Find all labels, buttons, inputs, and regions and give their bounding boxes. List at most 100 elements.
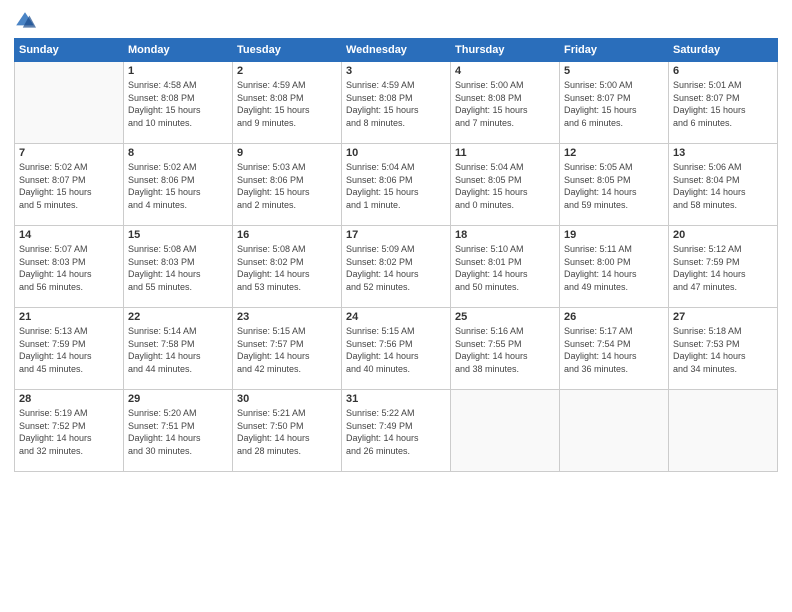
day-info: Sunrise: 5:10 AM Sunset: 8:01 PM Dayligh… [455, 243, 555, 293]
main-container: SundayMondayTuesdayWednesdayThursdayFrid… [0, 0, 792, 482]
day-info: Sunrise: 4:59 AM Sunset: 8:08 PM Dayligh… [237, 79, 337, 129]
day-number: 6 [673, 65, 773, 77]
calendar-cell: 6 Sunrise: 5:01 AM Sunset: 8:07 PM Daylig… [669, 62, 778, 144]
logo-icon [14, 10, 36, 32]
day-info: Sunrise: 5:13 AM Sunset: 7:59 PM Dayligh… [19, 325, 119, 375]
day-header-monday: Monday [124, 39, 233, 62]
calendar-cell: 26 Sunrise: 5:17 AM Sunset: 7:54 PM Dayli… [560, 308, 669, 390]
day-number: 3 [346, 65, 446, 77]
day-number: 31 [346, 393, 446, 405]
day-number: 8 [128, 147, 228, 159]
calendar-cell [560, 390, 669, 472]
calendar-cell: 15 Sunrise: 5:08 AM Sunset: 8:03 PM Dayli… [124, 226, 233, 308]
day-number: 22 [128, 311, 228, 323]
calendar-cell: 21 Sunrise: 5:13 AM Sunset: 7:59 PM Dayli… [15, 308, 124, 390]
day-info: Sunrise: 5:06 AM Sunset: 8:04 PM Dayligh… [673, 161, 773, 211]
day-number: 12 [564, 147, 664, 159]
calendar-cell: 4 Sunrise: 5:00 AM Sunset: 8:08 PM Daylig… [451, 62, 560, 144]
day-info: Sunrise: 5:02 AM Sunset: 8:07 PM Dayligh… [19, 161, 119, 211]
day-number: 15 [128, 229, 228, 241]
day-info: Sunrise: 5:05 AM Sunset: 8:05 PM Dayligh… [564, 161, 664, 211]
day-number: 29 [128, 393, 228, 405]
day-info: Sunrise: 5:22 AM Sunset: 7:49 PM Dayligh… [346, 407, 446, 457]
day-number: 9 [237, 147, 337, 159]
day-number: 30 [237, 393, 337, 405]
day-number: 21 [19, 311, 119, 323]
day-header-thursday: Thursday [451, 39, 560, 62]
day-info: Sunrise: 5:03 AM Sunset: 8:06 PM Dayligh… [237, 161, 337, 211]
day-number: 5 [564, 65, 664, 77]
day-info: Sunrise: 5:16 AM Sunset: 7:55 PM Dayligh… [455, 325, 555, 375]
day-info: Sunrise: 5:02 AM Sunset: 8:06 PM Dayligh… [128, 161, 228, 211]
calendar-cell: 23 Sunrise: 5:15 AM Sunset: 7:57 PM Dayli… [233, 308, 342, 390]
day-header-saturday: Saturday [669, 39, 778, 62]
calendar-cell: 18Sunrise: 5:10 AM Sunset: 8:01 PM Dayli… [451, 226, 560, 308]
day-info: Sunrise: 5:07 AM Sunset: 8:03 PM Dayligh… [19, 243, 119, 293]
calendar-cell: 24Sunrise: 5:15 AM Sunset: 7:56 PM Dayli… [342, 308, 451, 390]
week-row-0: 1 Sunrise: 4:58 AM Sunset: 8:08 PM Daylig… [15, 62, 778, 144]
calendar-cell: 2 Sunrise: 4:59 AM Sunset: 8:08 PM Daylig… [233, 62, 342, 144]
day-info: Sunrise: 5:08 AM Sunset: 8:02 PM Dayligh… [237, 243, 337, 293]
calendar-cell: 19Sunrise: 5:11 AM Sunset: 8:00 PM Dayli… [560, 226, 669, 308]
week-row-2: 14 Sunrise: 5:07 AM Sunset: 8:03 PM Dayli… [15, 226, 778, 308]
day-number: 2 [237, 65, 337, 77]
day-number: 14 [19, 229, 119, 241]
day-info: Sunrise: 5:00 AM Sunset: 8:08 PM Dayligh… [455, 79, 555, 129]
day-number: 20 [673, 229, 773, 241]
calendar-cell: 29 Sunrise: 5:20 AM Sunset: 7:51 PM Dayli… [124, 390, 233, 472]
calendar-cell: 13 Sunrise: 5:06 AM Sunset: 8:04 PM Dayli… [669, 144, 778, 226]
day-number: 1 [128, 65, 228, 77]
calendar-cell: 16 Sunrise: 5:08 AM Sunset: 8:02 PM Dayli… [233, 226, 342, 308]
calendar-cell: 10 Sunrise: 5:04 AM Sunset: 8:06 PM Dayli… [342, 144, 451, 226]
calendar-cell: 3Sunrise: 4:59 AM Sunset: 8:08 PM Daylig… [342, 62, 451, 144]
day-info: Sunrise: 5:04 AM Sunset: 8:06 PM Dayligh… [346, 161, 446, 211]
day-number: 28 [19, 393, 119, 405]
week-row-4: 28 Sunrise: 5:19 AM Sunset: 7:52 PM Dayli… [15, 390, 778, 472]
day-info: Sunrise: 5:14 AM Sunset: 7:58 PM Dayligh… [128, 325, 228, 375]
day-info: Sunrise: 5:01 AM Sunset: 8:07 PM Dayligh… [673, 79, 773, 129]
day-number: 16 [237, 229, 337, 241]
calendar-cell: 25 Sunrise: 5:16 AM Sunset: 7:55 PM Dayli… [451, 308, 560, 390]
day-header-friday: Friday [560, 39, 669, 62]
day-info: Sunrise: 5:08 AM Sunset: 8:03 PM Dayligh… [128, 243, 228, 293]
header [14, 10, 778, 32]
day-header-wednesday: Wednesday [342, 39, 451, 62]
day-number: 26 [564, 311, 664, 323]
calendar-cell: 5 Sunrise: 5:00 AM Sunset: 8:07 PM Daylig… [560, 62, 669, 144]
day-number: 23 [237, 311, 337, 323]
day-info: Sunrise: 5:19 AM Sunset: 7:52 PM Dayligh… [19, 407, 119, 457]
header-row: SundayMondayTuesdayWednesdayThursdayFrid… [15, 39, 778, 62]
day-info: Sunrise: 4:58 AM Sunset: 8:08 PM Dayligh… [128, 79, 228, 129]
day-number: 27 [673, 311, 773, 323]
day-info: Sunrise: 5:17 AM Sunset: 7:54 PM Dayligh… [564, 325, 664, 375]
calendar-cell: 1 Sunrise: 4:58 AM Sunset: 8:08 PM Daylig… [124, 62, 233, 144]
day-number: 10 [346, 147, 446, 159]
calendar-cell [15, 62, 124, 144]
day-info: Sunrise: 5:09 AM Sunset: 8:02 PM Dayligh… [346, 243, 446, 293]
day-header-sunday: Sunday [15, 39, 124, 62]
calendar-cell: 27 Sunrise: 5:18 AM Sunset: 7:53 PM Dayli… [669, 308, 778, 390]
week-row-3: 21 Sunrise: 5:13 AM Sunset: 7:59 PM Dayli… [15, 308, 778, 390]
day-info: Sunrise: 5:15 AM Sunset: 7:57 PM Dayligh… [237, 325, 337, 375]
day-number: 25 [455, 311, 555, 323]
calendar-cell [451, 390, 560, 472]
day-info: Sunrise: 5:00 AM Sunset: 8:07 PM Dayligh… [564, 79, 664, 129]
calendar-cell: 30 Sunrise: 5:21 AM Sunset: 7:50 PM Dayli… [233, 390, 342, 472]
calendar-cell: 7Sunrise: 5:02 AM Sunset: 8:07 PM Daylig… [15, 144, 124, 226]
calendar-cell: 9 Sunrise: 5:03 AM Sunset: 8:06 PM Daylig… [233, 144, 342, 226]
calendar-cell: 12 Sunrise: 5:05 AM Sunset: 8:05 PM Dayli… [560, 144, 669, 226]
calendar-cell: 20Sunrise: 5:12 AM Sunset: 7:59 PM Dayli… [669, 226, 778, 308]
calendar-cell: 31 Sunrise: 5:22 AM Sunset: 7:49 PM Dayli… [342, 390, 451, 472]
day-number: 13 [673, 147, 773, 159]
calendar-table: SundayMondayTuesdayWednesdayThursdayFrid… [14, 38, 778, 472]
day-info: Sunrise: 5:18 AM Sunset: 7:53 PM Dayligh… [673, 325, 773, 375]
week-row-1: 7Sunrise: 5:02 AM Sunset: 8:07 PM Daylig… [15, 144, 778, 226]
calendar-cell: 28 Sunrise: 5:19 AM Sunset: 7:52 PM Dayli… [15, 390, 124, 472]
day-info: Sunrise: 5:11 AM Sunset: 8:00 PM Dayligh… [564, 243, 664, 293]
calendar-cell: 8 Sunrise: 5:02 AM Sunset: 8:06 PM Daylig… [124, 144, 233, 226]
day-info: Sunrise: 5:21 AM Sunset: 7:50 PM Dayligh… [237, 407, 337, 457]
calendar-cell: 11Sunrise: 5:04 AM Sunset: 8:05 PM Dayli… [451, 144, 560, 226]
day-info: Sunrise: 5:20 AM Sunset: 7:51 PM Dayligh… [128, 407, 228, 457]
calendar-cell: 14 Sunrise: 5:07 AM Sunset: 8:03 PM Dayli… [15, 226, 124, 308]
day-number: 4 [455, 65, 555, 77]
